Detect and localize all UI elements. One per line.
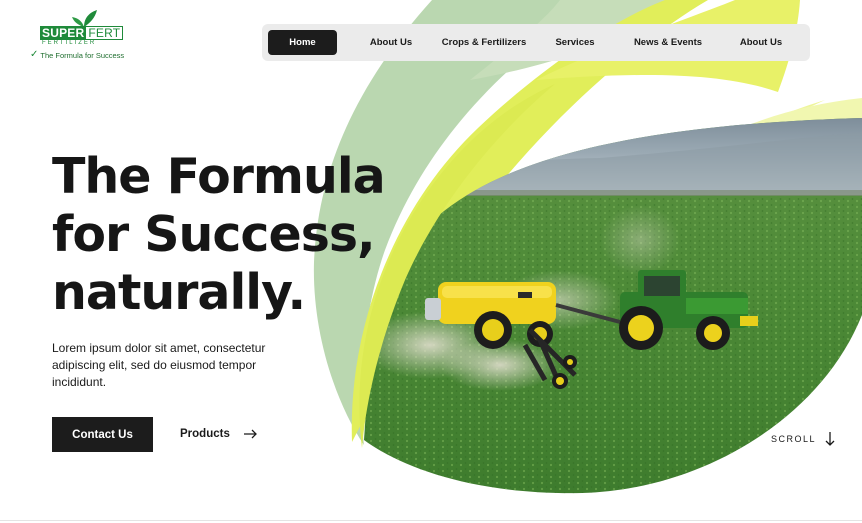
products-link[interactable]: Products [180,424,257,444]
logo-tagline: The Formula for Success [40,50,125,60]
products-link-label: Products [180,428,230,440]
nav-item-crops-fertilizers[interactable]: Crops & Fertilizers [438,30,530,55]
leaf-logo-icon [72,10,97,27]
logo-subtitle: FERTILIZER [42,40,97,46]
logo-word-fert: FERT [86,26,124,40]
hero-headline-line-2: for Success, [52,206,376,263]
logo-word-super: SUPER [40,26,87,40]
hero-headline-line-1: The Formula [52,148,386,205]
nav-item-news-events[interactable]: News & Events [626,30,710,55]
hero-headline: The Formula for Success, naturally. [52,148,386,322]
contact-us-button[interactable]: Contact Us [52,417,153,452]
landing-page: SUPER FERT FERTILIZER ✓ The Formula for … [0,0,862,523]
logo-tagline-row: ✓ The Formula for Success [30,50,124,60]
hero-headline-line-3: naturally. [52,264,306,321]
bottom-divider [0,520,862,521]
arrow-right-icon [243,429,257,439]
nav-item-home[interactable]: Home [268,30,337,55]
brand-logo[interactable]: SUPER FERT FERTILIZER ✓ The Formula for … [30,9,124,63]
main-navigation: Home About Us Crops & Fertilizers Servic… [262,24,810,61]
logo-wordmark: SUPER FERT [40,26,124,40]
scroll-label: SCROLL [771,434,817,444]
nav-item-services[interactable]: Services [548,30,602,55]
scroll-indicator[interactable]: SCROLL [771,432,835,446]
check-mark-icon: ✓ [30,49,39,60]
nav-item-about-us[interactable]: About Us [360,30,422,55]
hero-lead-text: Lorem ipsum dolor sit amet, consectetur … [52,341,266,389]
arrow-down-icon [825,432,835,446]
nav-item-about-us-2[interactable]: About Us [730,30,792,55]
